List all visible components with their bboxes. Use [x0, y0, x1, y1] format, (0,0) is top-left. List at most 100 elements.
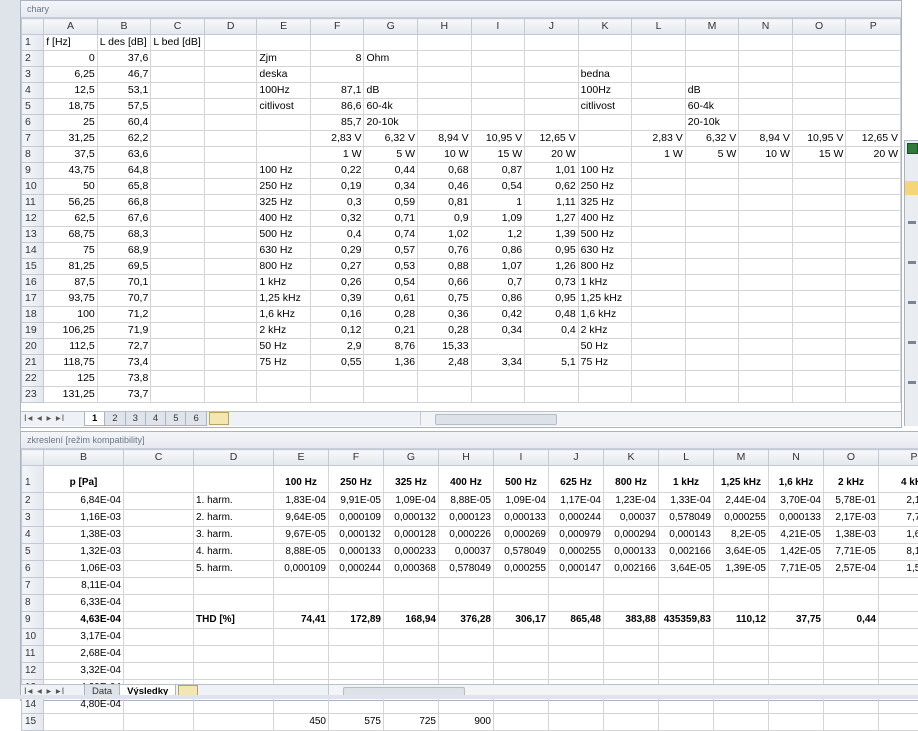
cell-f5[interactable]: 0,000133	[329, 544, 384, 561]
cell-m13[interactable]	[685, 227, 739, 243]
cell-l15[interactable]	[659, 714, 714, 731]
cell-f2[interactable]: 8	[310, 51, 364, 67]
cell-b15[interactable]: 69,5	[97, 259, 151, 275]
column-header-a[interactable]: A	[44, 19, 98, 35]
sheet-tab-1[interactable]: 1	[84, 412, 105, 426]
cell-k20[interactable]: 50 Hz	[578, 339, 632, 355]
cell-p14[interactable]	[846, 243, 901, 259]
column-header-n[interactable]: N	[739, 19, 793, 35]
cell-p23[interactable]	[846, 387, 901, 403]
cell-b12[interactable]: 67,6	[97, 211, 151, 227]
cell-j9[interactable]: 865,48	[549, 612, 604, 629]
cell-n10[interactable]	[769, 629, 824, 646]
cell-f10[interactable]	[329, 629, 384, 646]
cell-j2[interactable]: 1,17E-04	[549, 493, 604, 510]
cell-c15[interactable]	[151, 259, 205, 275]
cell-e21[interactable]: 75 Hz	[257, 355, 311, 371]
cell-h7[interactable]	[439, 578, 494, 595]
cell-b9[interactable]: 4,63E-04	[44, 612, 124, 629]
cell-i21[interactable]: 3,34	[471, 355, 525, 371]
cell-a16[interactable]: 87,5	[44, 275, 98, 291]
cell-p9[interactable]: 3,64	[879, 612, 918, 629]
cell-i4[interactable]: 0,000269	[494, 527, 549, 544]
cell-d21[interactable]	[204, 355, 257, 371]
cell-e3[interactable]: deska	[257, 67, 311, 83]
cell-a6[interactable]: 25	[44, 115, 98, 131]
cell-h1[interactable]	[418, 35, 472, 51]
cell-p22[interactable]	[846, 371, 901, 387]
cell-m1[interactable]: 1,25 kHz	[714, 466, 769, 493]
cell-f9[interactable]: 0,22	[310, 163, 364, 179]
cell-o8[interactable]: 15 W	[792, 147, 846, 163]
cell-m4[interactable]: 8,2E-05	[714, 527, 769, 544]
cell-l1[interactable]: 1 kHz	[659, 466, 714, 493]
cell-l9[interactable]: 435359,83	[659, 612, 714, 629]
cell-e4[interactable]: 9,67E-05	[274, 527, 329, 544]
cell-n16[interactable]	[739, 275, 793, 291]
cell-l6[interactable]: 3,64E-05	[659, 561, 714, 578]
cell-e11[interactable]: 325 Hz	[257, 195, 311, 211]
cell-h10[interactable]: 0,46	[418, 179, 472, 195]
cell-b12[interactable]: 3,32E-04	[44, 663, 124, 680]
cell-a17[interactable]: 93,75	[44, 291, 98, 307]
cell-o17[interactable]	[792, 291, 846, 307]
column-header-b[interactable]: B	[97, 19, 151, 35]
cell-p5[interactable]: 8,18E-05	[879, 544, 918, 561]
cell-i22[interactable]	[471, 371, 525, 387]
cell-j15[interactable]: 1,26	[525, 259, 579, 275]
cell-h8[interactable]: 10 W	[418, 147, 472, 163]
cell-p1[interactable]	[846, 35, 901, 51]
cell-m3[interactable]: 0,000255	[714, 510, 769, 527]
cell-k3[interactable]: bedna	[578, 67, 632, 83]
row-header[interactable]: 14	[22, 243, 44, 259]
cell-g19[interactable]: 0,21	[364, 323, 418, 339]
cell-c1[interactable]	[124, 466, 194, 493]
cell-k10[interactable]: 250 Hz	[578, 179, 632, 195]
cell-i1[interactable]	[471, 35, 525, 51]
cell-g3[interactable]: 0,000132	[384, 510, 439, 527]
cell-a15[interactable]: 81,25	[44, 259, 98, 275]
cell-m6[interactable]: 1,39E-05	[714, 561, 769, 578]
cell-h9[interactable]: 376,28	[439, 612, 494, 629]
row-header[interactable]: 14	[22, 697, 44, 714]
cell-a2[interactable]: 0	[44, 51, 98, 67]
cell-m9[interactable]: 110,12	[714, 612, 769, 629]
row-header[interactable]: 18	[22, 307, 44, 323]
cell-o3[interactable]	[792, 67, 846, 83]
cell-l9[interactable]	[632, 163, 686, 179]
cell-a11[interactable]: 56,25	[44, 195, 98, 211]
cell-l17[interactable]	[632, 291, 686, 307]
row-header[interactable]: 11	[22, 195, 44, 211]
cell-c14[interactable]	[151, 243, 205, 259]
row-header[interactable]: 2	[22, 51, 44, 67]
cell-a23[interactable]: 131,25	[44, 387, 98, 403]
cell-k4[interactable]: 100Hz	[578, 83, 632, 99]
cell-e7[interactable]	[274, 578, 329, 595]
cell-k17[interactable]: 1,25 kHz	[578, 291, 632, 307]
cell-o9[interactable]	[792, 163, 846, 179]
cell-d9[interactable]: THD [%]	[194, 612, 274, 629]
cell-i18[interactable]: 0,42	[471, 307, 525, 323]
cell-f6[interactable]: 0,000244	[329, 561, 384, 578]
cell-b20[interactable]: 72,7	[97, 339, 151, 355]
cell-d11[interactable]	[194, 646, 274, 663]
cell-d1[interactable]	[204, 35, 257, 51]
cell-i11[interactable]: 1	[471, 195, 525, 211]
cell-k9[interactable]: 383,88	[604, 612, 659, 629]
cell-m2[interactable]: 2,44E-04	[714, 493, 769, 510]
cell-f14[interactable]: 0,29	[310, 243, 364, 259]
column-header-c[interactable]: C	[151, 19, 205, 35]
cell-e14[interactable]: 630 Hz	[257, 243, 311, 259]
cell-c14[interactable]	[124, 697, 194, 714]
cell-d6[interactable]	[204, 115, 257, 131]
cell-p8[interactable]	[879, 595, 918, 612]
cell-k11[interactable]: 325 Hz	[578, 195, 632, 211]
cell-d1[interactable]	[194, 466, 274, 493]
cell-h11[interactable]: 0,81	[418, 195, 472, 211]
cell-a9[interactable]: 43,75	[44, 163, 98, 179]
row-header[interactable]: 4	[22, 527, 44, 544]
cell-c12[interactable]	[151, 211, 205, 227]
cell-o4[interactable]	[792, 83, 846, 99]
cell-f11[interactable]: 0,3	[310, 195, 364, 211]
cell-n21[interactable]	[739, 355, 793, 371]
